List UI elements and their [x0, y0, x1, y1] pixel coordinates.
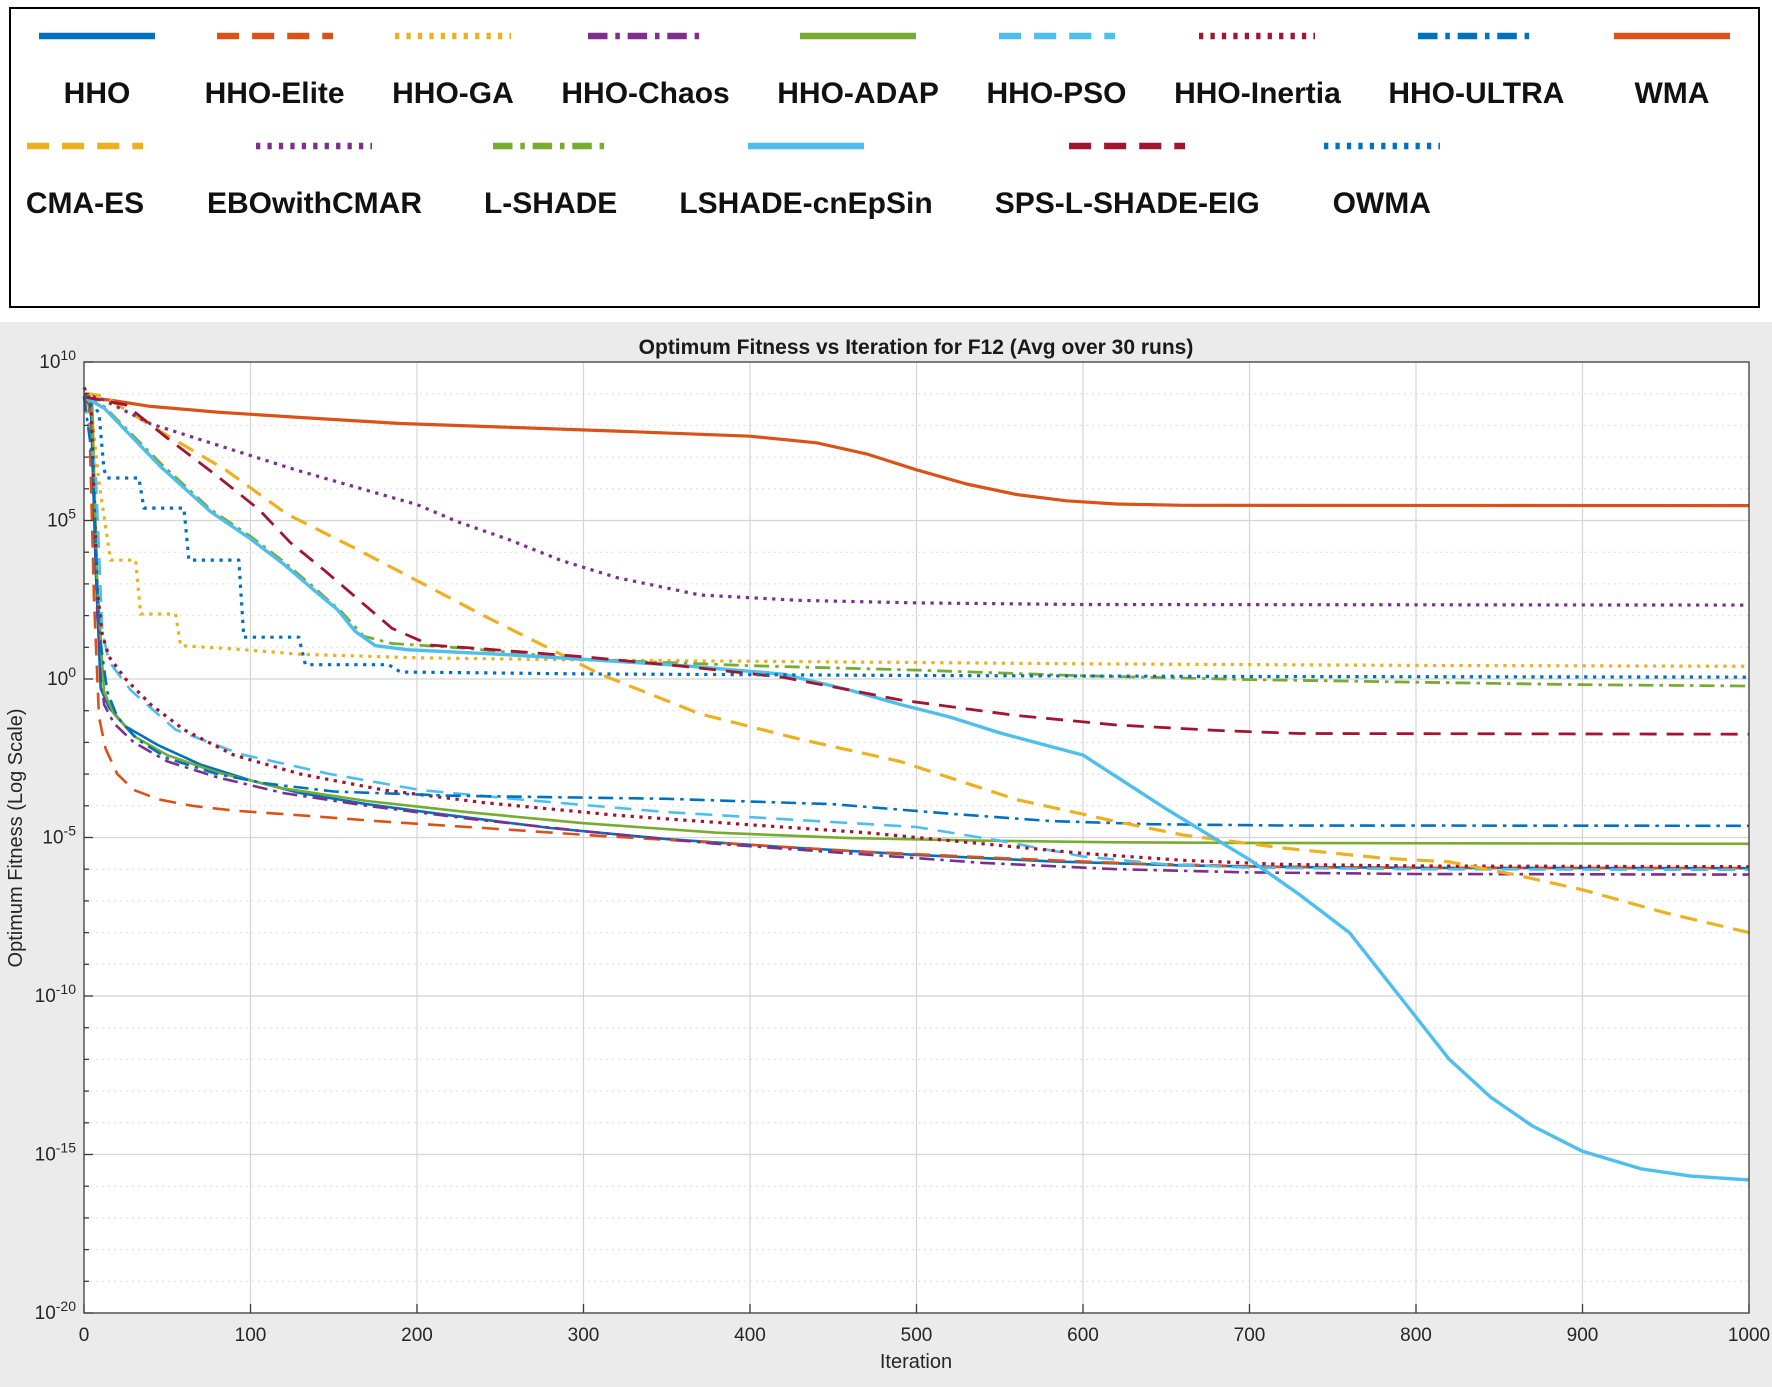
legend-label: HHO: [63, 77, 131, 110]
legend-item-hho: HHO: [37, 31, 157, 111]
legend-item-hho-chaos: HHO-Chaos: [561, 31, 730, 111]
legend-line-sample: [1069, 142, 1186, 150]
x-tick-label: 600: [1067, 1325, 1099, 1346]
legend-item-owma: OWMA: [1322, 141, 1442, 221]
legend-item-lshade-cnepsin: LSHADE-cnEpSin: [679, 141, 933, 221]
x-tick-label: 100: [235, 1325, 267, 1346]
figure-area: 0 100 200 300 400 500 600 700 800 900 1000 1010 105 1…: [0, 322, 1772, 1387]
legend-label: HHO-ULTRA: [1388, 77, 1565, 110]
legend-label: WMA: [1634, 77, 1710, 110]
x-tick-label: 1000: [1728, 1325, 1770, 1346]
legend-line-sample: [256, 142, 373, 150]
legend-label: EBOwithCMAR: [207, 187, 422, 220]
legend-line-sample: [492, 142, 609, 150]
legend-line-sample: [216, 32, 333, 40]
legend-item-hho-adap: HHO-ADAP: [777, 31, 939, 111]
legend-label: HHO-Chaos: [561, 77, 730, 110]
legend-box: HHO HHO-Elite HHO-GA HHO-Chaos HHO-ADAP HHO-P…: [9, 7, 1760, 308]
legend-item-l-shade: L-SHADE: [484, 141, 617, 221]
legend-item-ebowithcmar: EBOwithCMAR: [207, 141, 422, 221]
legend-line-sample: [394, 32, 511, 40]
fitness-chart: 0 100 200 300 400 500 600 700 800 900 100010101051…: [0, 322, 1772, 1387]
legend-item-wma: WMA: [1612, 31, 1732, 111]
legend-label: HHO-Inertia: [1174, 77, 1341, 110]
legend-item-hho-pso: HHO-PSO: [987, 31, 1127, 111]
x-tick-label: 400: [734, 1325, 766, 1346]
x-tick-label: 0: [79, 1325, 90, 1346]
legend-item-cma-es: CMA-ES: [25, 141, 145, 221]
legend-line-sample: [587, 32, 704, 40]
x-axis-label: Iteration: [880, 1351, 952, 1373]
y-axis-label: Optimum Fitness (Log Scale): [5, 709, 27, 968]
x-tick-label: 900: [1567, 1325, 1599, 1346]
legend-line-sample: [1418, 32, 1535, 40]
legend-label: SPS-L-SHADE-EIG: [994, 187, 1260, 220]
legend-item-hho-ultra: HHO-ULTRA: [1388, 31, 1564, 111]
legend-label: HHO-Elite: [204, 77, 345, 110]
legend-line-sample: [998, 32, 1115, 40]
x-tick-label: 500: [901, 1325, 933, 1346]
x-tick-label: 300: [568, 1325, 600, 1346]
legend-label: CMA-ES: [25, 187, 145, 220]
legend-item-sps-l-shade-eig: SPS-L-SHADE-EIG: [995, 141, 1260, 221]
legend-item-hho-ga: HHO-GA: [392, 31, 514, 111]
legend-line-sample: [1613, 32, 1730, 40]
legend-item-hho-elite: HHO-Elite: [205, 31, 345, 111]
legend-label: L-SHADE: [483, 187, 618, 220]
legend-line-sample: [1199, 32, 1316, 40]
legend-line-sample: [27, 142, 143, 150]
legend-label: HHO-ADAP: [777, 77, 939, 110]
x-tick-label: 200: [401, 1325, 433, 1346]
legend-line-sample: [748, 142, 864, 150]
legend-line-sample: [800, 32, 917, 40]
legend-label: HHO-PSO: [986, 77, 1127, 110]
legend-label: LSHADE-cnEpSin: [679, 187, 933, 220]
legend-row-1: HHO HHO-Elite HHO-GA HHO-Chaos HHO-ADAP HHO-P…: [11, 9, 1758, 111]
legend-label: HHO-GA: [392, 77, 514, 110]
legend-row-2: CMA-ES EBOwithCMAR L-SHADE LSHADE-cnEpSin SP…: [11, 111, 1758, 221]
chart-title: Optimum Fitness vs Iteration for F12 (Av…: [639, 336, 1194, 359]
legend-item-hho-inertia: HHO-Inertia: [1174, 31, 1341, 111]
figure-window: { "legend": { "rows": [ [ {"label":"HHO"…: [0, 0, 1772, 1387]
legend-line-sample: [39, 32, 155, 40]
legend-label: OWMA: [1332, 187, 1431, 220]
legend-line-sample: [1323, 142, 1440, 150]
x-tick-label: 800: [1400, 1325, 1432, 1346]
x-tick-label: 700: [1234, 1325, 1266, 1346]
